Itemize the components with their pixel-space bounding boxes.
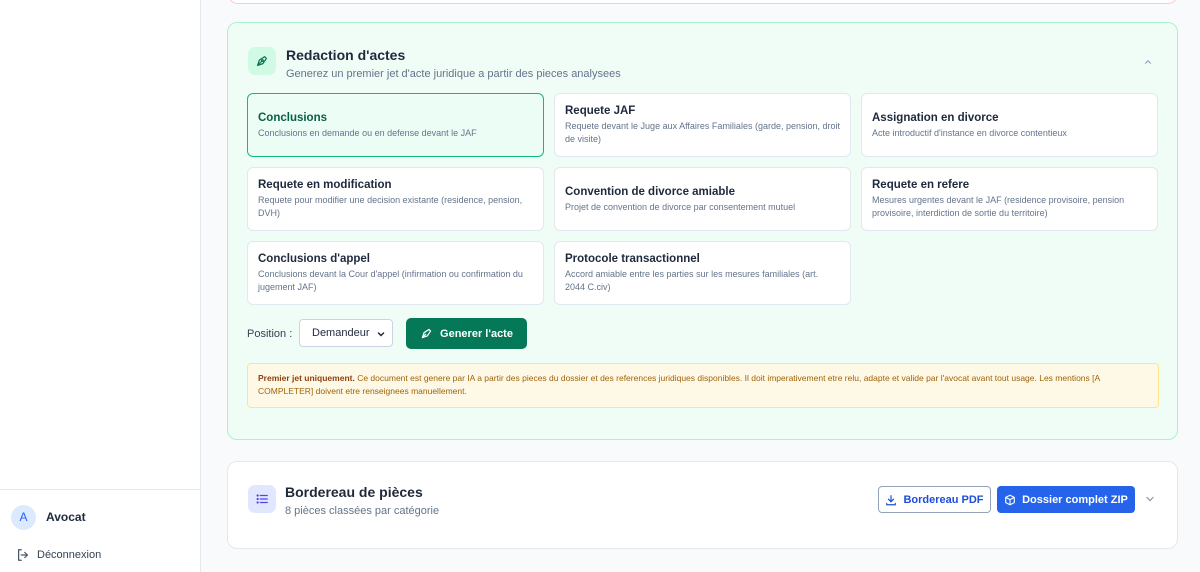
redaction-card: Redaction d'actes Generez un premier jet… <box>227 22 1178 440</box>
dossier-zip-label: Dossier complet ZIP <box>1022 493 1128 506</box>
previous-card-edge <box>228 0 1178 4</box>
act-option-convention-divorce[interactable]: Convention de divorce amiable Projet de … <box>554 167 851 231</box>
logout-icon <box>16 548 30 562</box>
redaction-title: Redaction d'actes <box>286 47 406 63</box>
act-option-title: Convention de divorce amiable <box>565 185 735 198</box>
position-label: Position : <box>247 328 293 340</box>
bordereau-card: Bordereau de pièces 8 pièces classées pa… <box>227 461 1178 549</box>
act-option-conclusions[interactable]: Conclusions Conclusions en demande ou en… <box>247 93 544 157</box>
bordereau-subtitle: 8 pièces classées par catégorie <box>285 505 440 517</box>
notice-bold: Premier jet uniquement. <box>258 373 355 383</box>
act-option-conclusions-appel[interactable]: Conclusions d'appel Conclusions devant l… <box>247 241 544 305</box>
redaction-subtitle: Generez un premier jet d'acte juridique … <box>286 68 621 80</box>
act-option-protocole-transactionnel[interactable]: Protocole transactionnel Accord amiable … <box>554 241 851 305</box>
act-option-requete-refere[interactable]: Requete en refere Mesures urgentes devan… <box>861 167 1158 231</box>
act-option-title: Requete JAF <box>565 105 636 117</box>
avatar: A <box>11 504 36 530</box>
act-option-desc: Requete pour modifier une decision exist… <box>258 195 523 218</box>
act-option-desc: Conclusions devant la Cour d'appel (infi… <box>258 269 523 292</box>
position-select-value: Demandeur <box>312 327 370 339</box>
pen-nib-icon <box>420 327 433 340</box>
bordereau-pdf-label: Bordereau PDF <box>903 493 984 506</box>
logout-label: Déconnexion <box>37 549 102 561</box>
notice-text: Ce document est genere par IA a partir d… <box>258 373 1100 396</box>
pen-nib-icon <box>248 47 276 75</box>
act-option-requete-jaf[interactable]: Requete JAF Requete devant le Juge aux A… <box>554 93 851 157</box>
act-option-title: Conclusions <box>258 111 328 124</box>
collapse-chevron-up-icon[interactable] <box>1141 55 1155 69</box>
act-option-desc: Projet de convention de divorce par cons… <box>565 201 796 212</box>
logout-button[interactable]: Déconnexion <box>0 544 200 566</box>
act-option-title: Requete en modification <box>258 179 392 191</box>
download-icon <box>885 494 897 506</box>
act-option-desc: Mesures urgentes devant le JAF (residenc… <box>872 195 1125 218</box>
sidebar-footer: A Avocat Déconnexion <box>0 489 200 566</box>
act-option-title: Conclusions d'appel <box>258 253 370 265</box>
ai-disclaimer-notice: Premier jet uniquement. Ce document est … <box>247 363 1159 408</box>
act-option-desc: Accord amiable entre les parties sur les… <box>565 269 819 292</box>
package-icon <box>1004 494 1016 506</box>
act-option-requete-modification[interactable]: Requete en modification Requete pour mod… <box>247 167 544 231</box>
main-content: Redaction d'actes Generez un premier jet… <box>201 0 1200 572</box>
act-option-title: Assignation en divorce <box>872 111 999 124</box>
expand-chevron-down-icon[interactable] <box>1144 493 1156 505</box>
act-option-assignation-divorce[interactable]: Assignation en divorce Acte introductif … <box>861 93 1158 157</box>
act-option-title: Protocole transactionnel <box>565 253 700 265</box>
act-option-desc: Conclusions en demande ou en defense dev… <box>258 127 477 138</box>
generate-act-button[interactable]: Generer l'acte <box>406 318 527 349</box>
dossier-zip-button[interactable]: Dossier complet ZIP <box>997 486 1135 513</box>
act-option-desc: Requete devant le Juge aux Affaires Fami… <box>565 121 840 144</box>
bordereau-title: Bordereau de pièces <box>285 484 423 500</box>
act-option-title: Requete en refere <box>872 179 970 191</box>
generate-act-label: Generer l'acte <box>440 327 513 340</box>
list-icon <box>248 485 276 513</box>
position-select[interactable]: Demandeur <box>299 319 393 347</box>
user-profile[interactable]: A Avocat <box>0 490 200 544</box>
user-name: Avocat <box>46 510 86 524</box>
sidebar: A Avocat Déconnexion <box>0 0 201 572</box>
bordereau-pdf-button[interactable]: Bordereau PDF <box>878 486 991 513</box>
act-option-desc: Acte introductif d'instance en divorce c… <box>872 127 1067 138</box>
chevron-down-icon <box>376 329 386 339</box>
